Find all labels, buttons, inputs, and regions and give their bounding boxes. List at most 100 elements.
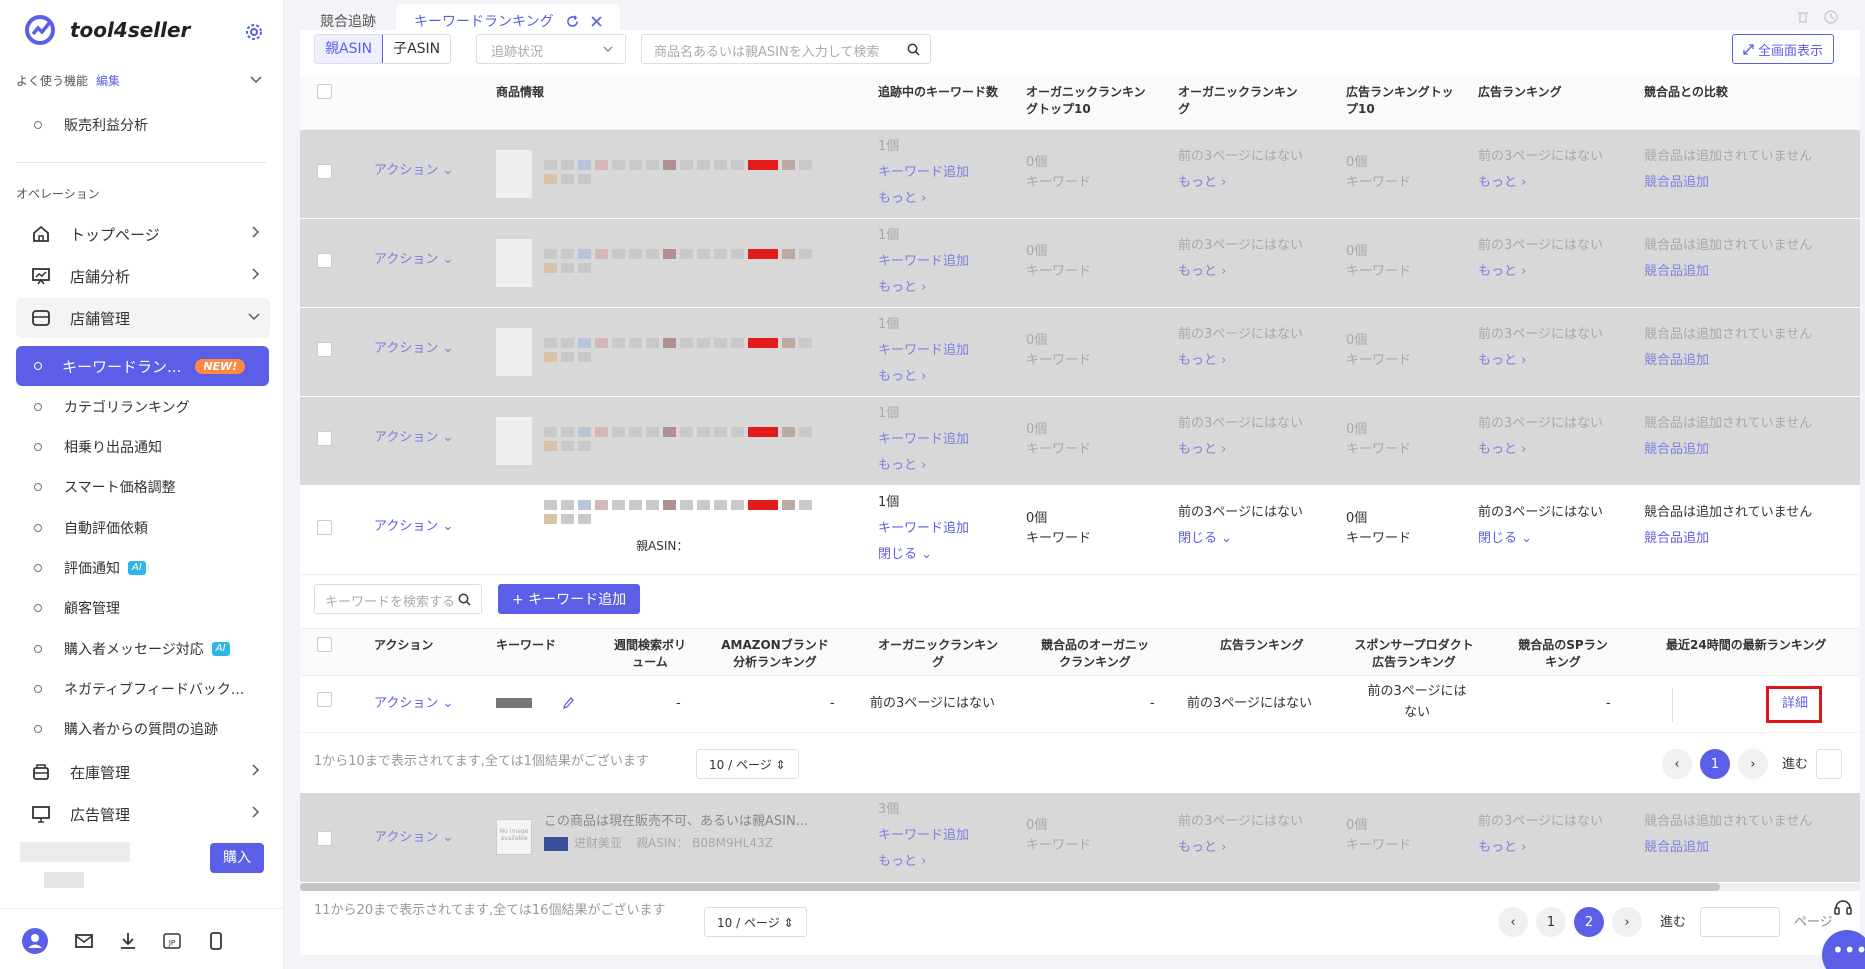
clock-icon[interactable] <box>1824 10 1838 24</box>
add-keyword-link[interactable]: キーワード追加 <box>878 825 969 846</box>
sidebar-item-profit-analysis[interactable]: 販売利益分析 <box>34 115 148 135</box>
more-link[interactable]: もっと › <box>878 188 926 209</box>
prev-page-button[interactable]: ‹ <box>1498 907 1528 937</box>
mobile-icon[interactable] <box>206 931 226 951</box>
region-jp-icon[interactable]: JP <box>162 931 182 951</box>
action-menu[interactable]: アクション ⌄ <box>374 516 453 537</box>
mail-icon[interactable] <box>74 931 94 951</box>
ad-toggle-link[interactable]: もっと › <box>1478 439 1526 460</box>
sidebar-item-negative-feedback[interactable]: ネガティブフィードバック... <box>34 679 244 699</box>
more-link[interactable]: もっと › <box>878 277 926 298</box>
sidebar-item-smart-pricing[interactable]: スマート価格調整 <box>34 477 176 497</box>
add-keyword-link[interactable]: キーワード追加 <box>878 251 969 272</box>
tracking-status-select[interactable]: 追跡状況 <box>476 34 626 64</box>
add-keyword-link[interactable]: キーワード追加 <box>878 340 969 361</box>
next-page-button[interactable]: › <box>1738 749 1768 779</box>
gear-icon[interactable] <box>244 22 264 42</box>
subtable-page-size-select[interactable]: 10 / ページ ⇕ <box>696 749 799 779</box>
favorites-header[interactable]: よく使う機能 編集 <box>16 72 270 89</box>
sidebar-item-keyword-ranking[interactable]: キーワードラン... NEW! <box>16 346 269 386</box>
ad-toggle-link[interactable]: 閉じる ⌄ <box>1478 528 1532 549</box>
download-icon[interactable] <box>118 931 138 951</box>
product-thumbnail[interactable] <box>496 506 532 554</box>
action-menu[interactable]: アクション ⌄ <box>374 427 453 448</box>
sidebar-item-hijacker-alert[interactable]: 相乗り出品通知 <box>34 437 162 457</box>
row-checkbox[interactable] <box>317 692 332 707</box>
action-menu[interactable]: アクション ⌄ <box>374 160 453 181</box>
ad-more-link[interactable]: もっと › <box>1478 837 1526 858</box>
row-checkbox[interactable] <box>317 520 332 535</box>
row-checkbox[interactable] <box>317 831 332 846</box>
page-button[interactable]: 1 <box>1700 749 1730 779</box>
organic-toggle-link[interactable]: もっと › <box>1178 439 1226 460</box>
add-competitor-link[interactable]: 競合品追加 <box>1644 439 1709 460</box>
add-keyword-button[interactable]: + キーワード追加 <box>498 584 641 614</box>
organic-toggle-link[interactable]: もっと › <box>1178 261 1226 282</box>
add-competitor-link[interactable]: 競合品追加 <box>1644 261 1709 282</box>
ad-toggle-link[interactable]: もっと › <box>1478 350 1526 371</box>
product-title[interactable]: この商品は現在販売不可、あるいは親ASIN... <box>544 811 808 832</box>
sidebar-item-category-ranking[interactable]: カテゴリランキング <box>34 397 190 417</box>
select-all-keywords-checkbox[interactable] <box>317 637 332 652</box>
parent-asin-option[interactable]: 親ASIN <box>315 35 384 63</box>
product-thumbnail[interactable] <box>496 328 532 376</box>
sidebar-item-inventory[interactable]: 在庫管理 <box>16 752 270 792</box>
buy-button[interactable]: 購入 <box>210 843 264 873</box>
search-icon[interactable] <box>907 43 920 56</box>
sidebar-item-top-page[interactable]: トップページ <box>16 214 270 254</box>
fullscreen-button[interactable]: 全画面表示 <box>1731 34 1834 64</box>
more-link[interactable]: もっと › <box>878 366 926 387</box>
search-icon[interactable] <box>458 593 471 606</box>
close-icon[interactable] <box>591 15 602 27</box>
keyword-action-menu[interactable]: アクション ⌄ <box>374 693 453 714</box>
user-avatar-icon[interactable] <box>20 926 50 956</box>
page-button[interactable]: 1 <box>1536 907 1566 937</box>
sidebar-item-customer-management[interactable]: 顧客管理 <box>34 598 120 618</box>
support-headset-icon[interactable] <box>1832 896 1854 918</box>
add-keyword-link[interactable]: キーワード追加 <box>878 518 969 539</box>
sidebar-item-buyer-messages[interactable]: 購入者メッセージ対応 AI <box>34 639 230 659</box>
row-checkbox[interactable] <box>317 342 332 357</box>
add-keyword-link[interactable]: キーワード追加 <box>878 429 969 450</box>
organic-toggle-link[interactable]: もっと › <box>1178 350 1226 371</box>
ad-toggle-link[interactable]: もっと › <box>1478 172 1526 193</box>
go-page-input[interactable] <box>1700 907 1781 937</box>
action-menu[interactable]: アクション ⌄ <box>374 827 453 848</box>
product-thumbnail[interactable] <box>496 150 532 198</box>
more-link[interactable]: もっと › <box>878 851 926 872</box>
add-keyword-link[interactable]: キーワード追加 <box>878 162 969 183</box>
edit-link[interactable]: 編集 <box>96 74 120 88</box>
next-page-button[interactable]: › <box>1612 907 1642 937</box>
sidebar-item-review-alert[interactable]: 評価通知 AI <box>34 558 146 578</box>
horizontal-scrollbar[interactable] <box>300 883 1860 891</box>
sidebar-item-store-analysis[interactable]: 店舗分析 <box>16 256 270 296</box>
go-page-input[interactable] <box>1816 749 1843 779</box>
add-competitor-link[interactable]: 競合品追加 <box>1644 172 1709 193</box>
product-thumbnail[interactable] <box>496 417 532 465</box>
sidebar-item-review-request[interactable]: 自動評価依頼 <box>34 518 148 538</box>
keyword-search-input[interactable]: キーワードを検索する <box>314 584 482 614</box>
trash-icon[interactable] <box>1796 10 1810 24</box>
add-competitor-link[interactable]: 競合品追加 <box>1644 350 1709 371</box>
sidebar-item-store-management[interactable]: 店舗管理 <box>16 298 270 338</box>
ad-toggle-link[interactable]: もっと › <box>1478 261 1526 282</box>
row-checkbox[interactable] <box>317 164 332 179</box>
collapse-link[interactable]: 閉じる ⌄ <box>878 544 932 565</box>
organic-more-link[interactable]: もっと › <box>1178 837 1226 858</box>
row-checkbox[interactable] <box>317 431 332 446</box>
sidebar-item-buyer-questions[interactable]: 購入者からの質問の追跡 <box>34 719 218 739</box>
action-menu[interactable]: アクション ⌄ <box>374 249 453 270</box>
add-competitor-link[interactable]: 競合品追加 <box>1644 528 1709 549</box>
organic-toggle-link[interactable]: 閉じる ⌄ <box>1178 528 1232 549</box>
product-thumbnail[interactable] <box>496 239 532 287</box>
action-menu[interactable]: アクション ⌄ <box>374 338 453 359</box>
organic-toggle-link[interactable]: もっと › <box>1178 172 1226 193</box>
child-asin-option[interactable]: 子ASIN <box>383 35 450 63</box>
add-competitor-link[interactable]: 競合品追加 <box>1644 837 1709 858</box>
prev-page-button[interactable]: ‹ <box>1662 749 1692 779</box>
row-checkbox[interactable] <box>317 253 332 268</box>
product-search-input[interactable]: 商品名あるいは親ASINを入力して検索 <box>641 34 931 64</box>
app-logo[interactable]: tool4seller <box>24 14 190 46</box>
page-button[interactable]: 2 <box>1574 907 1604 937</box>
scrollbar-thumb[interactable] <box>300 883 1720 891</box>
